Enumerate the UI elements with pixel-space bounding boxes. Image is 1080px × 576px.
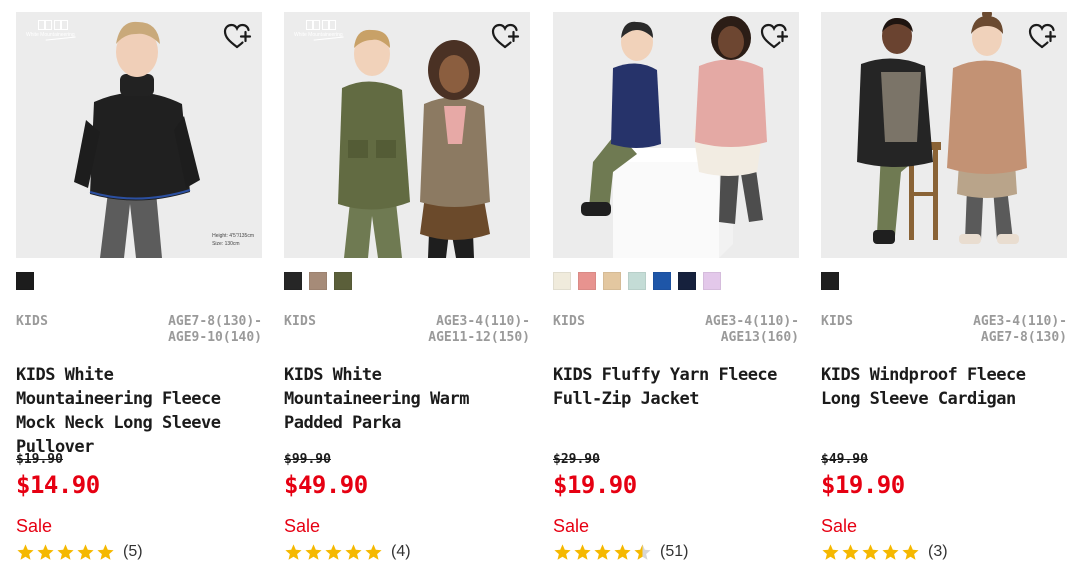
product-card[interactable]: White Mountaineering Height: 4'5"/135cm … <box>16 12 262 572</box>
original-price: $29.90 <box>553 452 600 467</box>
model-size: Size: 130cm <box>212 241 240 247</box>
sale-price: $14.90 <box>16 471 100 499</box>
gender-label: KIDS <box>16 314 49 329</box>
model-height: Height: 4'5"/135cm <box>212 233 254 239</box>
star-icon <box>97 543 114 560</box>
review-count: (51) <box>660 543 689 560</box>
star-rating <box>553 543 652 562</box>
product-image[interactable] <box>553 12 799 258</box>
star-icon <box>285 543 302 560</box>
sale-price: $49.90 <box>284 471 368 499</box>
heart-plus-icon[interactable] <box>223 22 253 52</box>
rating[interactable]: (4) <box>284 541 411 563</box>
product-card[interactable]: KIDS AGE3-4(110)- AGE7-8(130) KIDS Windp… <box>821 12 1067 572</box>
color-swatch[interactable] <box>16 272 34 290</box>
color-swatch[interactable] <box>284 272 302 290</box>
star-icon <box>902 543 919 560</box>
heart-plus-icon[interactable] <box>760 22 790 52</box>
color-swatch[interactable] <box>628 272 646 290</box>
review-count: (3) <box>928 543 948 560</box>
sale-price: $19.90 <box>821 471 905 499</box>
product-meta: KIDS AGE7-8(130)- AGE9-10(140) <box>16 314 262 350</box>
original-price: $49.90 <box>821 452 868 467</box>
star-icon <box>842 543 859 560</box>
star-icon <box>554 543 571 560</box>
product-name[interactable]: KIDS Windproof Fleece Long Sleeve Cardig… <box>821 363 1061 411</box>
sale-flag: Sale <box>284 516 321 536</box>
sale-flag: Sale <box>821 516 858 536</box>
heart-plus-icon[interactable] <box>491 22 521 52</box>
star-icon <box>862 543 879 560</box>
size-range: AGE3-4(110)- AGE7-8(130) <box>973 314 1067 345</box>
sale-flag: Sale <box>16 516 53 536</box>
star-icon <box>574 543 591 560</box>
product-name[interactable]: KIDS White Mountaineering Fleece Mock Ne… <box>16 363 256 459</box>
sale-flag: Sale <box>553 516 590 536</box>
gender-label: KIDS <box>284 314 317 329</box>
star-icon <box>37 543 54 560</box>
color-swatch[interactable] <box>653 272 671 290</box>
product-image[interactable]: White Mountaineering Height: 4'5"/135cm … <box>16 12 262 258</box>
review-count: (4) <box>391 543 411 560</box>
star-icon <box>325 543 342 560</box>
star-icon <box>365 543 382 560</box>
size-range: AGE3-4(110)- AGE11-12(150) <box>428 314 530 345</box>
product-meta: KIDS AGE3-4(110)- AGE11-12(150) <box>284 314 530 350</box>
star-icon <box>614 543 631 560</box>
heart-plus-icon[interactable] <box>1028 22 1058 52</box>
sale-price: $19.90 <box>553 471 637 499</box>
brand-logo: White Mountaineering <box>26 20 84 50</box>
color-swatch[interactable] <box>578 272 596 290</box>
brand-logo: White Mountaineering <box>294 20 352 50</box>
star-icon <box>17 543 34 560</box>
color-swatch[interactable] <box>553 272 571 290</box>
star-rating <box>284 543 383 562</box>
rating[interactable]: (3) <box>821 541 948 563</box>
size-range: AGE7-8(130)- AGE9-10(140) <box>168 314 262 345</box>
gender-label: KIDS <box>821 314 854 329</box>
product-meta: KIDS AGE3-4(110)- AGE13(160) <box>553 314 799 350</box>
color-swatches <box>16 272 34 290</box>
color-swatch[interactable] <box>334 272 352 290</box>
color-swatches <box>821 272 839 290</box>
star-icon <box>822 543 839 560</box>
color-swatch[interactable] <box>309 272 327 290</box>
star-rating <box>821 543 920 562</box>
star-icon <box>594 543 611 560</box>
color-swatches <box>284 272 352 290</box>
product-meta: KIDS AGE3-4(110)- AGE7-8(130) <box>821 314 1067 350</box>
product-card[interactable]: KIDS AGE3-4(110)- AGE13(160) KIDS Fluffy… <box>553 12 799 572</box>
color-swatch[interactable] <box>678 272 696 290</box>
star-icon <box>77 543 94 560</box>
star-icon <box>882 543 899 560</box>
color-swatches <box>553 272 721 290</box>
product-image[interactable] <box>821 12 1067 258</box>
star-icon <box>345 543 362 560</box>
product-card[interactable]: White Mountaineering KIDS AGE3-4(110)- A… <box>284 12 530 572</box>
color-swatch[interactable] <box>703 272 721 290</box>
model-size-note: Height: 4'5"/135cm Size: 130cm <box>212 232 254 248</box>
original-price: $99.90 <box>284 452 331 467</box>
star-icon <box>634 543 651 560</box>
rating[interactable]: (5) <box>16 541 143 563</box>
rating[interactable]: (51) <box>553 541 688 563</box>
product-grid: White Mountaineering Height: 4'5"/135cm … <box>0 0 1080 576</box>
review-count: (5) <box>123 543 143 560</box>
color-swatch[interactable] <box>603 272 621 290</box>
star-rating <box>16 543 115 562</box>
product-name[interactable]: KIDS Fluffy Yarn Fleece Full-Zip Jacket <box>553 363 793 411</box>
size-range: AGE3-4(110)- AGE13(160) <box>705 314 799 345</box>
color-swatch[interactable] <box>821 272 839 290</box>
star-icon <box>305 543 322 560</box>
product-name[interactable]: KIDS White Mountaineering Warm Padded Pa… <box>284 363 524 435</box>
star-icon <box>57 543 74 560</box>
original-price: $19.90 <box>16 452 63 467</box>
product-image[interactable]: White Mountaineering <box>284 12 530 258</box>
gender-label: KIDS <box>553 314 586 329</box>
